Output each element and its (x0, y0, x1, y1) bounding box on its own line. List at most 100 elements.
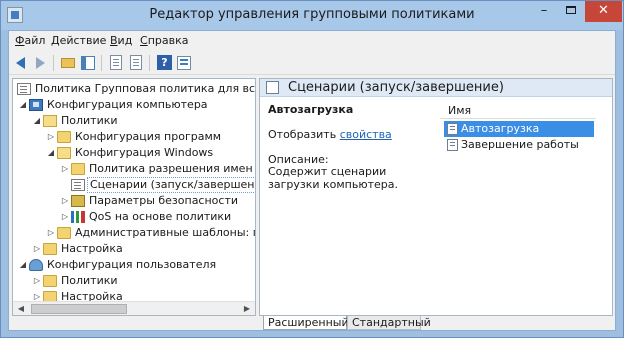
client-area: Файл Действие Вид Справка ? Политика Гру… (8, 30, 616, 331)
tree-item-label: Политика разрешения имен (89, 162, 253, 175)
script-icon (447, 139, 458, 151)
menu-help[interactable]: Справка (140, 34, 188, 47)
tree-item-computer-policies[interactable]: ◢ Политики (15, 113, 255, 129)
tree-horizontal-scrollbar[interactable]: ◀ ▶ (13, 301, 255, 315)
collapse-icon[interactable]: ◢ (46, 145, 56, 161)
view-tabs: Расширенный Стандартный (259, 316, 613, 330)
toolbar: ? (9, 51, 615, 75)
tree-item-user-config[interactable]: ◢ Конфигурация пользователя (15, 257, 255, 273)
close-button[interactable]: ✕ (585, 1, 622, 22)
tree-item-qos-policy[interactable]: ▷ QoS на основе политики (15, 209, 255, 225)
up-level-button[interactable] (59, 54, 77, 72)
tree-item-label: Политики (61, 114, 118, 127)
tree-item-label: Политика Групповая политика для всех ком… (35, 82, 256, 95)
list-item-label: Автозагрузка (461, 122, 540, 135)
tree-item-label-selected: Сценарии (запуск/завершение) (87, 177, 255, 193)
folder-icon (43, 243, 57, 255)
show-hide-tree-button[interactable] (79, 54, 97, 72)
tab-standard[interactable]: Стандартный (347, 316, 431, 330)
window-title: Редактор управления групповыми политикам… (149, 7, 475, 22)
policy-icon (17, 83, 31, 95)
tree-item-windows-settings[interactable]: ◢ Конфигурация Windows (15, 145, 255, 161)
menu-help-mnemonic: С (140, 34, 148, 47)
tree-item-admin-templates[interactable]: ▷ Административные шаблоны: получены (15, 225, 255, 241)
expand-icon[interactable]: ▷ (46, 225, 56, 241)
scroll-thumb[interactable] (31, 304, 127, 314)
expand-icon[interactable]: ▷ (46, 129, 56, 145)
expand-icon[interactable]: ▷ (60, 209, 70, 225)
description-panel: Автозагрузка Отобразить свойства Описани… (268, 103, 433, 191)
collapse-icon[interactable]: ◢ (18, 97, 28, 113)
folder-open-icon (43, 115, 57, 127)
tree-item-label: Конфигурация программ (75, 130, 222, 143)
expand-icon[interactable]: ▷ (32, 273, 42, 289)
details-pane: Сценарии (запуск/завершение) Автозагрузк… (259, 78, 613, 316)
help-button[interactable]: ? (155, 54, 173, 72)
security-icon (71, 195, 85, 207)
forward-button[interactable] (31, 54, 49, 72)
collapse-icon[interactable]: ◢ (18, 257, 28, 273)
details-header-title: Сценарии (запуск/завершение) (288, 80, 504, 95)
expand-icon[interactable]: ▷ (60, 161, 70, 177)
scroll-right-button[interactable]: ▶ (240, 302, 254, 315)
menu-file-label: айл (24, 34, 46, 47)
list-item-shutdown[interactable]: Завершение работы (444, 137, 594, 153)
script-icon (447, 123, 458, 135)
export-list-button[interactable] (107, 54, 125, 72)
properties-link[interactable]: свойства (340, 128, 392, 141)
toolbar-separator (53, 55, 54, 71)
description-text: Содержит сценарии загрузки компьютера. (268, 165, 399, 191)
expand-icon[interactable]: ▷ (32, 241, 42, 257)
properties-icon (177, 56, 191, 70)
tab-extended[interactable]: Расширенный (263, 316, 349, 330)
menu-view-mnemonic: В (110, 34, 118, 47)
title-bar[interactable]: Редактор управления групповыми политикам… (1, 1, 623, 30)
properties-button[interactable] (175, 54, 193, 72)
folder-icon (71, 163, 85, 175)
minimize-button[interactable]: – (531, 1, 557, 22)
collapse-icon[interactable]: ◢ (32, 113, 42, 129)
tree-item-label: Конфигурация Windows (75, 146, 214, 159)
scripts-icon (266, 81, 279, 94)
menu-file[interactable]: Файл (15, 34, 45, 47)
console-tree[interactable]: Политика Групповая политика для всех ком… (12, 78, 256, 316)
scripts-icon (71, 179, 85, 191)
list-item-label: Завершение работы (461, 138, 579, 151)
tree-item-label: Конфигурация компьютера (47, 98, 208, 111)
tree-item-security-settings[interactable]: ▷ Параметры безопасности (15, 193, 255, 209)
tree-item-computer-preferences[interactable]: ▷ Настройка (15, 241, 255, 257)
toolbar-separator (101, 55, 102, 71)
export-button[interactable] (127, 54, 145, 72)
tree-item-label: Политики (61, 274, 118, 287)
tree-item-label: QoS на основе политики (89, 210, 232, 223)
menu-action-label: ействие (59, 34, 107, 47)
list-item-startup[interactable]: Автозагрузка (444, 121, 594, 137)
tree-item-software-settings[interactable]: ▷ Конфигурация программ (15, 129, 255, 145)
tree-item-computer-config[interactable]: ◢ Конфигурация компьютера (15, 97, 255, 113)
tree-item-scripts[interactable]: Сценарии (запуск/завершение) (15, 177, 255, 193)
maximize-icon (566, 6, 576, 14)
column-header-label: Имя (448, 104, 472, 117)
qos-chart-icon (71, 211, 85, 223)
tree-item-label: Параметры безопасности (89, 194, 239, 207)
menu-view[interactable]: Вид (110, 34, 132, 47)
show-prefix: Отобразить (268, 128, 340, 141)
tree-item-user-policies[interactable]: ▷ Политики (15, 273, 255, 289)
forward-icon (36, 57, 45, 69)
details-header: Сценарии (запуск/завершение) (260, 79, 612, 97)
menu-action-mnemonic: Д (51, 34, 60, 47)
folder-icon (57, 131, 71, 143)
column-header-name[interactable]: Имя (440, 103, 596, 119)
menu-bar: Файл Действие Вид Справка (9, 31, 615, 51)
description-title: Автозагрузка (268, 103, 354, 116)
scroll-left-button[interactable]: ◀ (14, 302, 28, 315)
expand-icon[interactable]: ▷ (60, 193, 70, 209)
maximize-button[interactable] (558, 1, 584, 22)
menu-action[interactable]: Действие (51, 34, 106, 47)
toolbar-separator (149, 55, 150, 71)
tree-item-policy-root[interactable]: Политика Групповая политика для всех ком… (15, 81, 255, 97)
up-folder-icon (61, 58, 75, 68)
back-button[interactable] (13, 54, 31, 72)
folder-icon (57, 227, 71, 239)
tree-item-name-resolution-policy[interactable]: ▷ Политика разрешения имен (15, 161, 255, 177)
